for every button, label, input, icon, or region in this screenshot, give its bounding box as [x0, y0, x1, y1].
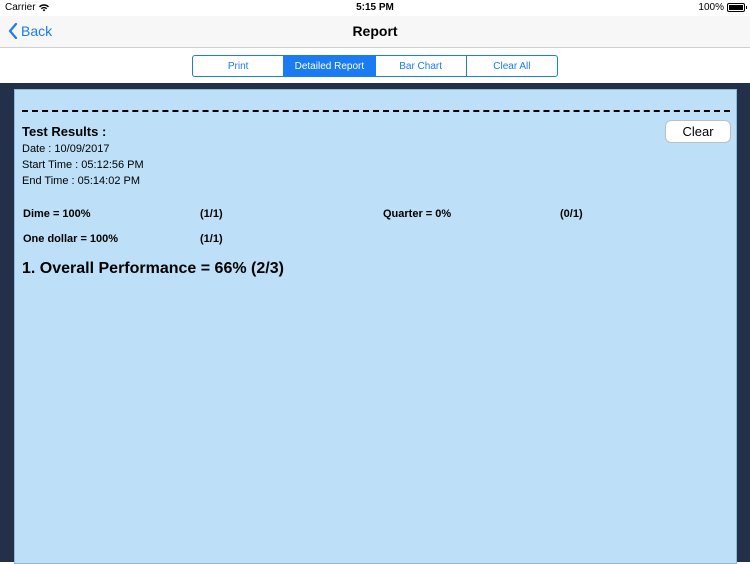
result-one-dollar-ratio: (1/1) [200, 233, 223, 245]
result-quarter-ratio: (0/1) [560, 208, 583, 220]
battery-fill [729, 5, 743, 10]
report-start-time: Start Time : 05:12:56 PM [22, 159, 144, 171]
report-panel: Test Results : Clear Date : 10/09/2017 S… [14, 89, 737, 564]
segment-clear-all[interactable]: Clear All [467, 56, 557, 76]
overall-performance: 1. Overall Performance = 66% (2/3) [22, 260, 284, 277]
result-quarter-label: Quarter = 0% [383, 208, 452, 220]
segment-bar-chart[interactable]: Bar Chart [376, 56, 467, 76]
clock: 5:15 PM [356, 2, 394, 13]
clear-button[interactable]: Clear [665, 120, 731, 143]
result-one-dollar-label: One dollar = 100% [23, 233, 119, 245]
page-title: Report [352, 23, 398, 39]
segment-print[interactable]: Print [193, 56, 285, 76]
segment-detailed-report[interactable]: Detailed Report [284, 56, 376, 76]
navigation-bar: Back Report [0, 16, 750, 48]
battery-percent: 100% [698, 2, 724, 13]
toolbar: Print Detailed Report Bar Chart Clear Al… [0, 48, 750, 83]
battery-indicator: 100% [698, 2, 747, 13]
report-frame: Test Results : Clear Date : 10/09/2017 S… [0, 83, 750, 564]
report-segmented-control: Print Detailed Report Bar Chart Clear Al… [192, 55, 558, 77]
report-date: Date : 10/09/2017 [22, 143, 110, 155]
dashed-divider [22, 110, 730, 112]
battery-icon [727, 3, 747, 12]
results-title: Test Results : [22, 124, 107, 139]
result-dime-ratio: (1/1) [200, 208, 223, 220]
result-dime-label: Dime = 100% [23, 208, 91, 220]
report-end-time: End Time : 05:14:02 PM [22, 175, 141, 187]
status-bar: Carrier 5:15 PM 100% [0, 0, 750, 16]
